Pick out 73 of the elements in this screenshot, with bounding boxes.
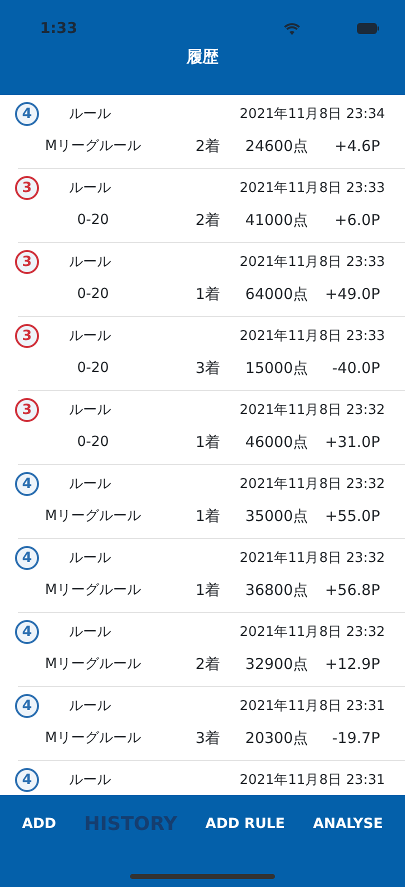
score: 64000点 <box>244 284 308 305</box>
date-time: 2021年11月8日 23:31 <box>240 696 385 716</box>
tab[interactable]: ADD RULE <box>205 814 285 834</box>
date-time: 2021年11月8日 23:33 <box>240 178 385 198</box>
points: +55.0P <box>324 506 380 527</box>
rank: 2着 <box>194 654 220 675</box>
rule-label: ルール <box>69 548 111 568</box>
rule-name: 0-20 <box>76 358 110 378</box>
date-time: 2021年11月8日 23:33 <box>240 326 385 346</box>
score: 20300点 <box>244 728 308 749</box>
tab[interactable]: ADD <box>22 814 56 834</box>
date-time: 2021年11月8日 23:32 <box>240 548 385 568</box>
rank: 2着 <box>194 210 220 231</box>
wifi-icon <box>284 22 300 34</box>
rule-name: Mリーグルール <box>44 136 142 156</box>
points: -19.7P <box>331 728 380 749</box>
player-count-badge: 4 <box>15 472 39 496</box>
player-count-badge: 4 <box>15 694 39 718</box>
rank: 1着 <box>194 432 220 453</box>
rule-label: ルール <box>69 770 111 790</box>
rule-name: 0-20 <box>76 284 110 304</box>
points: +4.6P <box>334 136 380 157</box>
rule-name: Mリーグルール <box>44 728 142 748</box>
tab[interactable]: ANALYSE <box>313 814 383 834</box>
battery-icon <box>357 23 379 34</box>
player-count-badge: 3 <box>15 176 39 200</box>
score: 41000点 <box>244 210 308 231</box>
date-time: 2021年11月8日 23:33 <box>240 252 385 272</box>
rule-label: ルール <box>69 326 111 346</box>
player-count-badge: 3 <box>15 250 39 274</box>
player-count-badge: 4 <box>15 768 39 792</box>
rule-name: 0-20 <box>76 432 110 452</box>
player-count-badge: 3 <box>15 398 39 422</box>
points: -40.0P <box>331 358 380 379</box>
rule-name: Mリーグルール <box>44 654 142 674</box>
rule-label: ルール <box>69 400 111 420</box>
date-time: 2021年11月8日 23:31 <box>240 770 385 790</box>
rule-label: ルール <box>69 104 111 124</box>
rule-name: 0-20 <box>76 210 110 230</box>
rule-label: ルール <box>69 696 111 716</box>
rule-name: Mリーグルール <box>44 580 142 600</box>
points: +56.8P <box>324 580 380 601</box>
points: +31.0P <box>324 432 380 453</box>
player-count-badge: 4 <box>15 102 39 126</box>
score: 36800点 <box>244 580 308 601</box>
rank: 1着 <box>194 580 220 601</box>
points: +6.0P <box>334 210 380 231</box>
rule-label: ルール <box>69 474 111 494</box>
rule-name: Mリーグルール <box>44 506 142 526</box>
rule-label: ルール <box>69 622 111 642</box>
score: 24600点 <box>244 136 308 157</box>
score: 32900点 <box>244 654 308 675</box>
player-count-badge: 4 <box>15 546 39 570</box>
date-time: 2021年11月8日 23:32 <box>240 622 385 642</box>
rank: 3着 <box>194 358 220 379</box>
date-time: 2021年11月8日 23:32 <box>240 474 385 494</box>
screen-title: 履歴 <box>186 47 218 66</box>
points: +12.9P <box>324 654 380 675</box>
rank: 1着 <box>194 506 220 527</box>
rule-label: ルール <box>69 178 111 198</box>
score: 35000点 <box>244 506 308 527</box>
player-count-badge: 4 <box>15 620 39 644</box>
score: 15000点 <box>244 358 308 379</box>
date-time: 2021年11月8日 23:34 <box>240 104 385 124</box>
status-time: 1:33 <box>40 18 78 40</box>
rank: 3着 <box>194 728 220 749</box>
player-count-badge: 3 <box>15 324 39 348</box>
rank: 2着 <box>194 136 220 157</box>
date-time: 2021年11月8日 23:32 <box>240 400 385 420</box>
score: 46000点 <box>244 432 308 453</box>
rank: 1着 <box>194 284 220 305</box>
points: +49.0P <box>324 284 380 305</box>
rule-label: ルール <box>69 252 111 272</box>
